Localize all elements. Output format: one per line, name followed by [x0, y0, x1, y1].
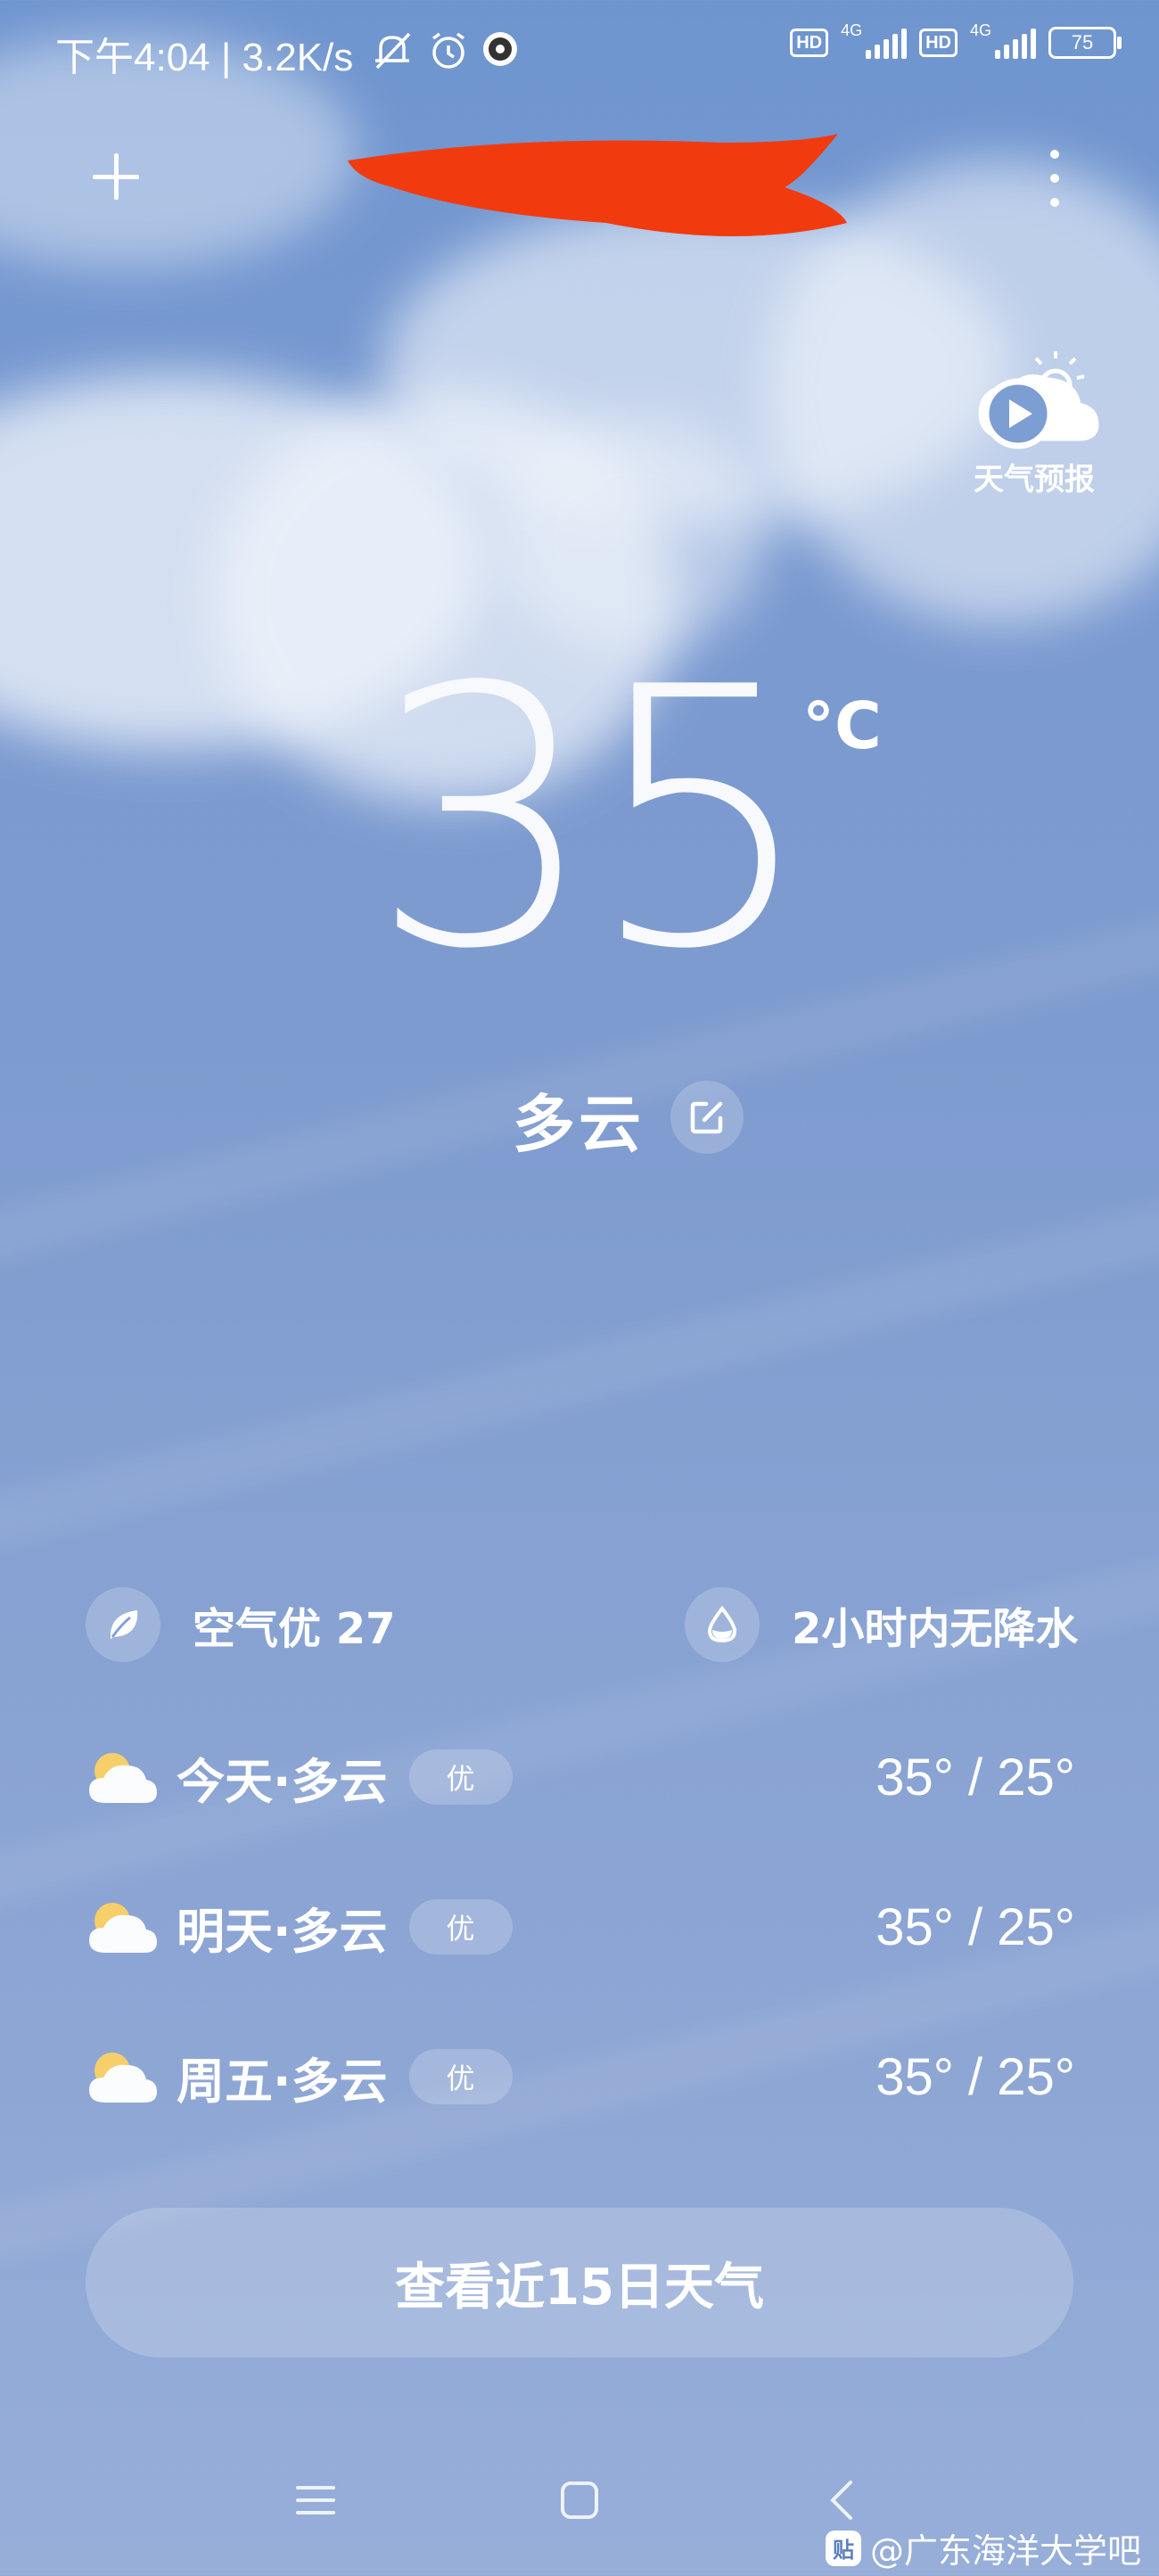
aqi-badge: 优	[408, 1899, 513, 1955]
day-label: 周五·多云	[177, 2053, 388, 2110]
weather-forecast-label: 天气预报	[974, 462, 1095, 498]
weather-forecast-video-button[interactable]: 天气预报	[963, 350, 1106, 501]
alarm-icon	[432, 32, 465, 69]
location-redaction	[348, 134, 847, 236]
view-15-day-forecast-button[interactable]: 查看近15日天气	[86, 2208, 1073, 2358]
recent-apps-menu-icon[interactable]	[294, 2479, 337, 2522]
temperature-unit: °C	[802, 688, 882, 763]
signal-icon-2: 4G	[970, 21, 1036, 59]
status-right: HD 4G HD 4G 75	[790, 21, 1122, 59]
temperature-range: 35° / 25°	[875, 1748, 1075, 1806]
precipitation-item[interactable]: 2小时内无降水	[685, 1587, 1078, 1662]
partly-cloudy-icon	[86, 1896, 159, 1958]
status-time: 下午4:04 | 3.2K/s	[55, 36, 354, 79]
temperature-range: 35° / 25°	[875, 2047, 1075, 2106]
water-drop-icon	[707, 1605, 737, 1643]
aqi-badge: 优	[408, 1749, 513, 1805]
feedback-edit-button[interactable]	[670, 1081, 744, 1154]
temperature-range: 35° / 25°	[875, 1897, 1075, 1956]
partly-cloudy-icon	[86, 1746, 159, 1808]
add-city-button[interactable]	[89, 150, 143, 203]
daily-row-today[interactable]: 今天·多云 优 35° / 25°	[86, 1737, 1075, 1817]
more-menu-button[interactable]	[1043, 150, 1066, 207]
edit-icon	[690, 1101, 723, 1134]
current-condition: 多云	[513, 1088, 645, 1161]
play-cloud-sun-icon	[978, 351, 1099, 449]
leaf-icon	[110, 1610, 138, 1639]
current-temperature: 35	[370, 613, 815, 1027]
precipitation-text: 2小时内无降水	[792, 1604, 1079, 1654]
app-notification-icon	[483, 32, 517, 66]
air-quality-text: 空气优 27	[193, 1604, 396, 1654]
status-bar: 下午4:04 | 3.2K/s HD 4G HD 4G 75	[0, 0, 1159, 98]
home-icon[interactable]	[558, 2479, 601, 2522]
daily-row-friday[interactable]: 周五·多云 优 35° / 25°	[86, 2037, 1075, 2117]
daily-row-tomorrow[interactable]: 明天·多云 优 35° / 25°	[86, 1887, 1075, 1967]
hd-badge: HD	[790, 29, 829, 57]
watermark: 贴 @广东海洋大学吧	[825, 2523, 1141, 2572]
tieba-logo-icon: 贴	[825, 2530, 861, 2566]
hd-badge-2: HD	[919, 29, 958, 57]
day-label: 明天·多云	[177, 1903, 388, 1960]
air-quality-item[interactable]: 空气优 27	[86, 1587, 396, 1662]
day-label: 今天·多云	[177, 1753, 388, 1810]
battery-icon: 75	[1048, 27, 1122, 59]
partly-cloudy-icon	[86, 2045, 159, 2108]
aqi-badge: 优	[408, 2049, 513, 2104]
mute-icon	[375, 32, 411, 70]
back-icon[interactable]	[824, 2479, 859, 2522]
watermark-text: @广东海洋大学吧	[869, 2531, 1141, 2571]
signal-icon: 4G	[841, 21, 908, 59]
